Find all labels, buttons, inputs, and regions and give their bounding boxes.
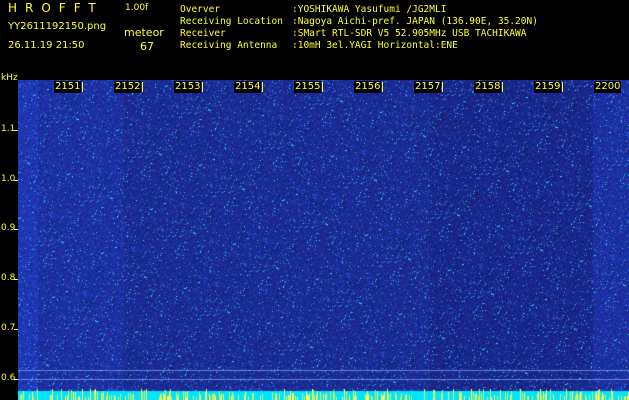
y-tick [14,130,18,131]
y-tick-label: 0.8 [1,273,16,283]
x-tick [202,82,203,92]
x-tick [442,82,443,92]
spectrogram [18,80,629,400]
x-tick [562,82,563,92]
x-tick [142,82,143,92]
x-tick-label: 2156 [354,81,382,93]
y-axis-unit: kHz [1,73,18,83]
info-label: Receiving Antenna [180,40,278,51]
y-tick-label: 0.7 [1,323,16,333]
x-tick [322,82,323,92]
spectrogram-canvas [18,80,629,400]
x-tick [82,82,83,92]
app-title: HROFFT [8,1,104,15]
x-tick-label: 2200 [594,81,622,93]
y-tick-label: 0.6 [1,373,16,383]
datetime: 26.11.19 21:50 [8,40,85,51]
y-tick [14,279,18,280]
y-tick-label: 1.1 [1,124,16,134]
x-tick [262,82,263,92]
info-value: :10mH 3el.YAGI Horizontal:ENE [292,40,458,51]
x-tick-label: 2151 [54,81,82,93]
app-version: 1.00f [125,3,149,13]
info-row-observer: Overver :YOSHIKAWA Yasufumi /JG2MLI [180,4,446,15]
info-row-antenna: Receiving Antenna :10mH 3el.YAGI Horizont… [180,40,458,51]
x-tick-label: 2155 [294,81,322,93]
info-row-location: Receiving Location :Nagoya Aichi-pref. JA… [180,16,538,27]
y-tick [14,180,18,181]
y-tick [14,379,18,380]
info-value: :YOSHIKAWA Yasufumi /JG2MLI [292,4,447,15]
y-tick-label: 0.9 [1,223,16,233]
y-tick-label: 1.0 [1,174,16,184]
hrofft-window: HROFFT 1.00f YY2611192150.png meteor 26.… [0,0,629,400]
info-value: :Nagoya Aichi-pref. JAPAN (136.90E, 35.2… [292,16,538,27]
info-value: :SMart RTL-SDR V5 52.905MHz USB TACHIKAW… [292,28,527,39]
x-tick [502,82,503,92]
mode-label: meteor [124,26,164,39]
info-label: Receiver [180,28,226,39]
info-label: Receiving Location [180,16,283,27]
x-tick [382,82,383,92]
file-name: YY2611192150.png [8,21,107,32]
info-row-receiver: Receiver :SMart RTL-SDR V5 52.905MHz USB … [180,28,527,39]
y-tick [14,229,18,230]
x-tick-label: 2154 [234,81,262,93]
x-tick-label: 2153 [174,81,202,93]
x-tick-label: 2158 [474,81,502,93]
x-tick-label: 2157 [414,81,442,93]
meteor-count: 67 [140,40,154,53]
info-label: Overver [180,4,221,15]
x-tick-label: 2159 [534,81,562,93]
y-tick [14,329,18,330]
x-tick-label: 2152 [114,81,142,93]
